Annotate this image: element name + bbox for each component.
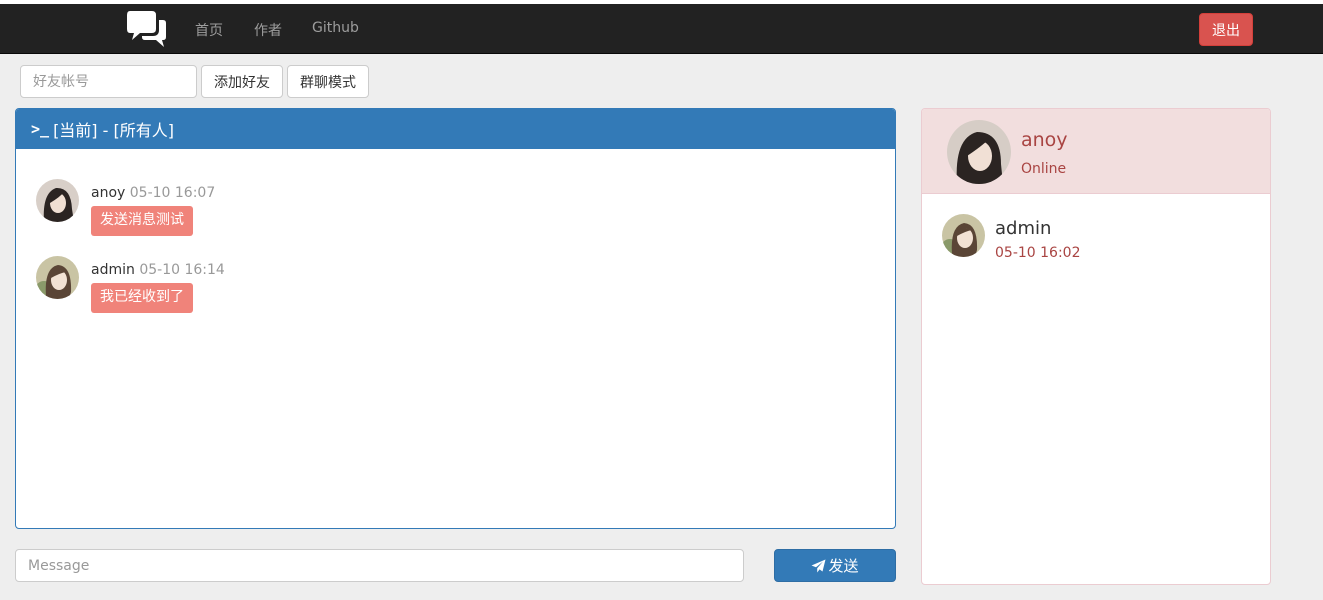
group-chat-button[interactable]: 群聊模式	[287, 65, 369, 98]
contact-item[interactable]: admin 05-10 16:02	[942, 214, 1242, 264]
sidebar-panel: anoy Online admin 05-10 16:02	[921, 108, 1271, 585]
current-user-card: anoy Online	[922, 109, 1270, 194]
avatar[interactable]	[947, 120, 1011, 184]
avatar[interactable]	[36, 256, 79, 299]
avatar	[942, 214, 985, 257]
add-friend-button[interactable]: 添加好友	[201, 65, 283, 98]
friend-account-input[interactable]	[20, 65, 197, 98]
message-meta: admin 05-10 16:14	[91, 262, 225, 278]
contact-time: 05-10 16:02	[995, 245, 1081, 261]
nav-link-github[interactable]: Github	[312, 20, 359, 36]
chat-heading-title: [当前] - [所有人]	[53, 121, 174, 140]
message-input[interactable]	[15, 549, 744, 582]
logout-button[interactable]: 退出	[1199, 13, 1253, 46]
nav-link-author[interactable]: 作者	[254, 20, 282, 40]
chat-heading: >_ [当前] - [所有人]	[16, 109, 895, 149]
chat-message: anoy 05-10 16:07 发送消息测试	[36, 179, 736, 239]
message-author: anoy	[91, 185, 126, 201]
message-bubble: 我已经收到了	[91, 283, 193, 313]
chat-panel: >_ [当前] - [所有人] anoy 05-10 16:07 发送消息测试	[15, 108, 896, 529]
message-time: 05-10 16:14	[139, 262, 225, 278]
navbar: 首页 作者 Github 退出	[0, 4, 1323, 54]
nav-link-home[interactable]: 首页	[195, 20, 223, 40]
avatar[interactable]	[36, 179, 79, 222]
chat-message: admin 05-10 16:14 我已经收到了	[36, 256, 736, 316]
message-bubble: 发送消息测试	[91, 206, 193, 236]
contact-name: admin	[995, 218, 1052, 239]
current-user-name: anoy	[1021, 129, 1068, 151]
send-button-label: 发送	[828, 557, 859, 575]
chat-bubbles-icon[interactable]	[126, 9, 168, 49]
send-button[interactable]: 发送	[774, 549, 896, 582]
message-author: admin	[91, 262, 135, 278]
current-user-status: Online	[1021, 161, 1067, 177]
message-time: 05-10 16:07	[129, 185, 216, 201]
terminal-icon: >_	[31, 120, 50, 138]
message-meta: anoy 05-10 16:07	[91, 185, 215, 201]
paper-plane-icon	[811, 559, 826, 573]
